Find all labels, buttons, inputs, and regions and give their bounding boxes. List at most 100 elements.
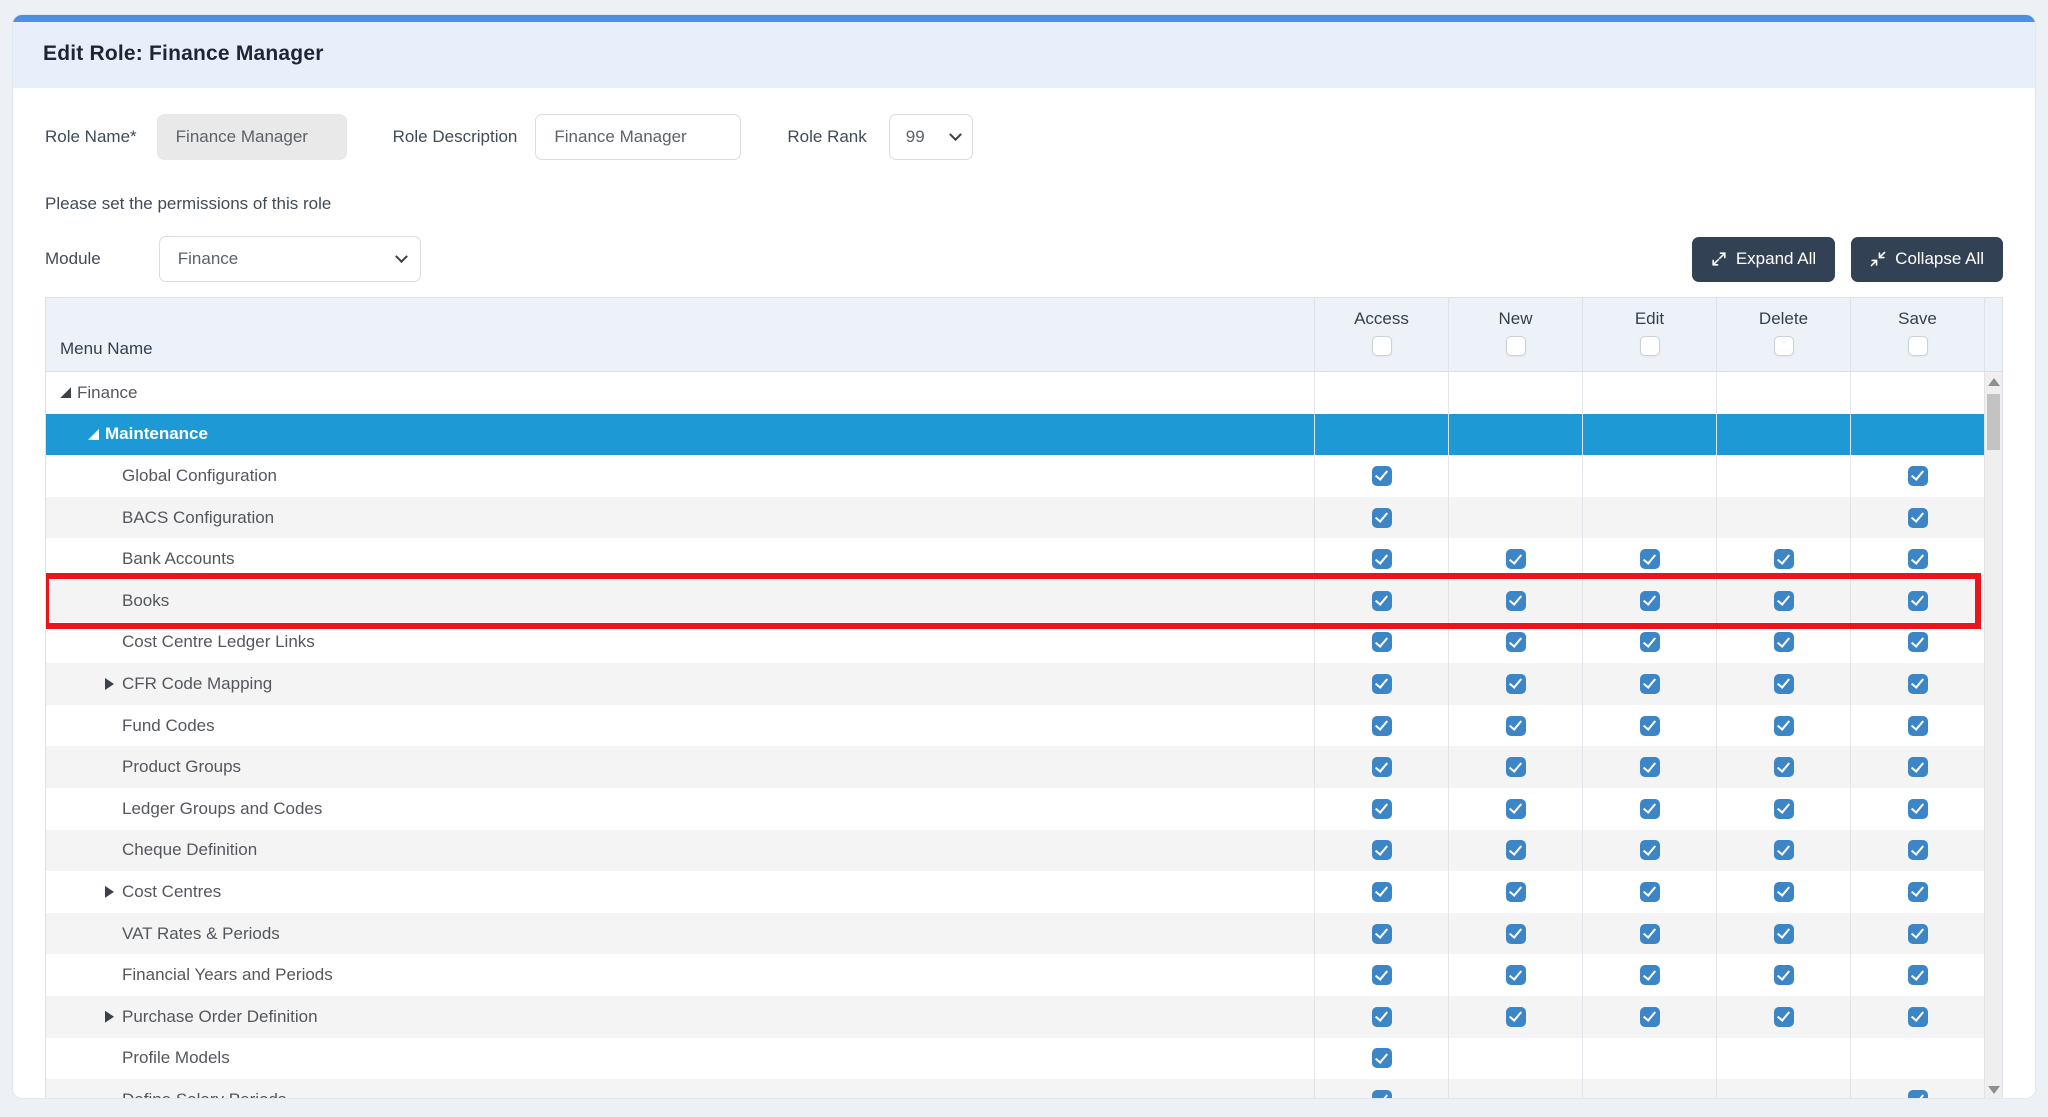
save-checkbox[interactable] xyxy=(1908,632,1928,652)
new-checkbox[interactable] xyxy=(1506,674,1526,694)
delete-checkbox[interactable] xyxy=(1774,924,1794,944)
tree-collapse-icon[interactable] xyxy=(88,429,99,440)
save-checkbox[interactable] xyxy=(1908,965,1928,985)
access-checkbox[interactable] xyxy=(1372,549,1392,569)
save-checkbox[interactable] xyxy=(1908,924,1928,944)
table-row[interactable]: Purchase Order Definition xyxy=(46,996,1984,1038)
table-row[interactable]: Cost Centre Ledger Links xyxy=(46,622,1984,664)
edit-checkbox[interactable] xyxy=(1640,632,1660,652)
access-checkbox[interactable] xyxy=(1372,466,1392,486)
access-checkbox[interactable] xyxy=(1372,591,1392,611)
scroll-thumb[interactable] xyxy=(1987,394,2000,450)
access-checkbox[interactable] xyxy=(1372,882,1392,902)
role-name-input[interactable]: Finance Manager xyxy=(157,114,347,160)
edit-checkbox[interactable] xyxy=(1640,840,1660,860)
access-checkbox[interactable] xyxy=(1372,632,1392,652)
new-checkbox[interactable] xyxy=(1506,965,1526,985)
edit-checkbox[interactable] xyxy=(1640,716,1660,736)
new-checkbox[interactable] xyxy=(1506,882,1526,902)
access-checkbox[interactable] xyxy=(1372,924,1392,944)
access-checkbox[interactable] xyxy=(1372,965,1392,985)
table-row[interactable]: CFR Code Mapping xyxy=(46,663,1984,705)
tree-expand-icon[interactable] xyxy=(105,678,114,690)
table-row[interactable]: Product Groups xyxy=(46,746,1984,788)
access-checkbox[interactable] xyxy=(1372,840,1392,860)
save-checkbox[interactable] xyxy=(1908,508,1928,528)
expand-all-button[interactable]: Expand All xyxy=(1692,237,1835,282)
delete-checkbox[interactable] xyxy=(1774,549,1794,569)
new-checkbox[interactable] xyxy=(1506,757,1526,777)
new-checkbox[interactable] xyxy=(1506,716,1526,736)
role-rank-select[interactable]: 99 xyxy=(889,114,973,160)
access-checkbox[interactable] xyxy=(1372,508,1392,528)
tree-collapse-icon[interactable] xyxy=(60,387,71,398)
save-checkbox[interactable] xyxy=(1908,466,1928,486)
new-checkbox[interactable] xyxy=(1506,799,1526,819)
table-row[interactable]: Cost Centres xyxy=(46,871,1984,913)
select-all-save-checkbox[interactable] xyxy=(1908,336,1928,356)
edit-checkbox[interactable] xyxy=(1640,924,1660,944)
delete-checkbox[interactable] xyxy=(1774,882,1794,902)
delete-checkbox[interactable] xyxy=(1774,591,1794,611)
save-checkbox[interactable] xyxy=(1908,674,1928,694)
new-checkbox[interactable] xyxy=(1506,840,1526,860)
save-checkbox[interactable] xyxy=(1908,799,1928,819)
new-checkbox[interactable] xyxy=(1506,549,1526,569)
table-row[interactable]: Books xyxy=(46,580,1984,622)
delete-checkbox[interactable] xyxy=(1774,965,1794,985)
edit-checkbox[interactable] xyxy=(1640,757,1660,777)
table-row[interactable]: Global Configuration xyxy=(46,455,1984,497)
table-row[interactable]: Cheque Definition xyxy=(46,830,1984,872)
delete-checkbox[interactable] xyxy=(1774,674,1794,694)
edit-checkbox[interactable] xyxy=(1640,882,1660,902)
delete-checkbox[interactable] xyxy=(1774,757,1794,777)
access-checkbox[interactable] xyxy=(1372,716,1392,736)
access-checkbox[interactable] xyxy=(1372,1007,1392,1027)
scrollbar[interactable] xyxy=(1984,372,2002,1099)
delete-checkbox[interactable] xyxy=(1774,799,1794,819)
save-checkbox[interactable] xyxy=(1908,882,1928,902)
edit-checkbox[interactable] xyxy=(1640,549,1660,569)
delete-checkbox[interactable] xyxy=(1774,716,1794,736)
edit-checkbox[interactable] xyxy=(1640,674,1660,694)
save-checkbox[interactable] xyxy=(1908,1007,1928,1027)
edit-checkbox[interactable] xyxy=(1640,799,1660,819)
table-row[interactable]: Fund Codes xyxy=(46,705,1984,747)
save-checkbox[interactable] xyxy=(1908,549,1928,569)
table-row[interactable]: VAT Rates & Periods xyxy=(46,913,1984,955)
access-checkbox[interactable] xyxy=(1372,757,1392,777)
select-all-delete-checkbox[interactable] xyxy=(1774,336,1794,356)
table-row[interactable]: Define Salary Periods xyxy=(46,1079,1984,1099)
save-checkbox[interactable] xyxy=(1908,757,1928,777)
edit-checkbox[interactable] xyxy=(1640,591,1660,611)
table-row[interactable]: Bank Accounts xyxy=(46,538,1984,580)
delete-checkbox[interactable] xyxy=(1774,1007,1794,1027)
select-all-access-checkbox[interactable] xyxy=(1372,336,1392,356)
tree-expand-icon[interactable] xyxy=(105,886,114,898)
edit-checkbox[interactable] xyxy=(1640,1007,1660,1027)
new-checkbox[interactable] xyxy=(1506,1007,1526,1027)
table-row[interactable]: Profile Models xyxy=(46,1038,1984,1080)
access-checkbox[interactable] xyxy=(1372,799,1392,819)
new-checkbox[interactable] xyxy=(1506,591,1526,611)
new-checkbox[interactable] xyxy=(1506,924,1526,944)
table-row[interactable]: Financial Years and Periods xyxy=(46,954,1984,996)
access-checkbox[interactable] xyxy=(1372,1048,1392,1068)
save-checkbox[interactable] xyxy=(1908,840,1928,860)
save-checkbox[interactable] xyxy=(1908,1090,1928,1099)
edit-checkbox[interactable] xyxy=(1640,965,1660,985)
module-select[interactable]: Finance xyxy=(159,236,421,282)
select-all-edit-checkbox[interactable] xyxy=(1640,336,1660,356)
access-checkbox[interactable] xyxy=(1372,1090,1392,1099)
scroll-down-icon[interactable] xyxy=(1988,1086,2000,1094)
collapse-all-button[interactable]: Collapse All xyxy=(1851,237,2003,282)
new-checkbox[interactable] xyxy=(1506,632,1526,652)
access-checkbox[interactable] xyxy=(1372,674,1392,694)
save-checkbox[interactable] xyxy=(1908,716,1928,736)
table-row[interactable]: Finance xyxy=(46,372,1984,414)
delete-checkbox[interactable] xyxy=(1774,840,1794,860)
table-row[interactable]: Ledger Groups and Codes xyxy=(46,788,1984,830)
tree-expand-icon[interactable] xyxy=(105,1011,114,1023)
table-row[interactable]: Maintenance xyxy=(46,414,1984,456)
table-row[interactable]: BACS Configuration xyxy=(46,497,1984,539)
